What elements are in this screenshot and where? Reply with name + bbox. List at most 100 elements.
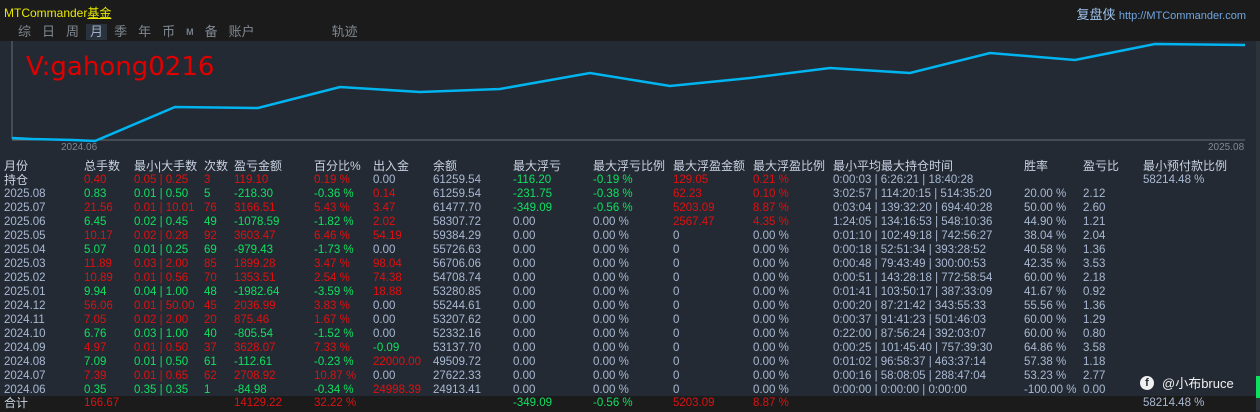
cell-total-lots: 166.67 <box>84 397 120 409</box>
table-row: 2025.08 0.83 0.01 | 0.50 5 -218.30 -0.36 % 0.1… <box>0 187 1256 201</box>
tab-0[interactable]: 综 <box>14 24 35 40</box>
x-label-end: 2025.08 <box>1208 142 1245 153</box>
cell-pl-ratio: 2.60 <box>1083 202 1106 214</box>
cell-max-float-profit: 2567.47 <box>673 216 715 228</box>
cell-month: 月份 <box>4 159 29 173</box>
tab-10[interactable]: 轨迹 <box>328 24 362 40</box>
cell-max-float-profit: 0 <box>673 314 680 326</box>
cell-trades: 85 <box>204 258 217 270</box>
cell-deposit: 0.00 <box>373 244 396 256</box>
cell-pl-ratio: 1.29 <box>1083 314 1106 326</box>
cell-total-lots: 7.05 <box>84 314 107 326</box>
cell-total-lots: 4.97 <box>84 342 107 354</box>
tab-1[interactable]: 日 <box>38 24 59 40</box>
cell-month: 合计 <box>4 396 29 410</box>
cell-max-float-profit-pct: 0.00 % <box>753 258 789 270</box>
cell-min-max-lots: 0.01 | 0.50 <box>134 356 189 368</box>
cell-pnl: 3628.07 <box>234 342 276 354</box>
cell-max-float-loss: 0.00 <box>513 370 536 382</box>
cell-max-float-loss: 0.00 <box>513 384 536 396</box>
cell-pnl: -979.43 <box>234 244 274 256</box>
cell-pl-ratio: 盈亏比 <box>1083 159 1120 173</box>
cell-max-float-profit-pct: 0.00 % <box>753 370 789 382</box>
cell-pct: 7.33 % <box>314 342 350 354</box>
cell-max-float-loss-pct: -0.19 % <box>593 174 633 186</box>
cell-max-float-profit-pct: 8.87 % <box>753 202 789 214</box>
cell-max-float-loss: 0.00 <box>513 314 536 326</box>
cell-max-float-profit-pct: 8.87 % <box>753 397 789 409</box>
table-row: 2025.04 5.07 0.01 | 0.25 69 -979.43 -1.73 % 0.… <box>0 243 1256 257</box>
tab-7[interactable]: M <box>182 24 198 40</box>
cell-max-float-profit-pct: 0.00 % <box>753 356 789 368</box>
cell-max-float-loss: 0.00 <box>513 300 536 312</box>
cell-max-float-profit: 最大浮盈金额 <box>673 159 746 173</box>
cell-max-float-profit: 0 <box>673 342 680 354</box>
cell-win-rate: 64.86 % <box>1024 342 1067 354</box>
tab-2[interactable]: 周 <box>62 24 83 40</box>
cell-max-float-loss: -349.09 <box>513 202 553 214</box>
cell-total-lots: 总手数 <box>84 159 121 173</box>
table-row: 2025.01 9.94 0.04 | 1.00 48 -1982.64 -3.59 % 1… <box>0 285 1256 299</box>
cell-balance: 56706.06 <box>433 258 481 270</box>
watermark-text: V:gahong0216 <box>26 52 215 82</box>
cell-min-max-lots: 0.03 | 1.00 <box>134 328 189 340</box>
tab-3[interactable]: 月 <box>86 24 108 40</box>
facebook-icon: f <box>1140 375 1154 390</box>
cell-pct: -0.23 % <box>314 356 354 368</box>
table-row: 2024.06 0.35 0.35 | 0.35 1 -84.98 -0.34 % 2499… <box>0 383 1256 397</box>
cell-max-float-loss: 0.00 <box>513 244 536 256</box>
cell-pct: 1.67 % <box>314 314 350 326</box>
cell-max-float-loss-pct: 0.00 % <box>593 244 629 256</box>
cell-total-lots: 9.94 <box>84 286 107 298</box>
table-header: 月份 总手数 最小|大手数 次数 盈亏金额 百分比% 出入金 余额 最大浮亏 最大浮亏比例 最大浮盈… <box>0 159 1256 173</box>
cell-total-lots: 6.76 <box>84 328 107 340</box>
scrollbar[interactable] <box>1256 41 1260 410</box>
cell-balance: 55244.61 <box>433 300 481 312</box>
cell-win-rate: 42.35 % <box>1024 258 1067 270</box>
cell-max-float-loss: 0.00 <box>513 258 536 270</box>
cell-pct: -0.36 % <box>314 188 354 200</box>
cell-month: 2025.04 <box>4 244 46 256</box>
cell-total-lots: 7.39 <box>84 370 107 382</box>
cell-max-float-loss-pct: 0.00 % <box>593 314 629 326</box>
cell-total-lots: 11.89 <box>84 258 112 270</box>
site-link[interactable]: 复盘侠 http://MTCommander.com <box>1076 4 1246 23</box>
cell-pnl: 3603.47 <box>234 230 276 242</box>
cell-trades: 70 <box>204 272 217 284</box>
cell-max-float-loss-pct: 0.00 % <box>593 216 629 228</box>
tab-8[interactable]: 备 <box>201 24 222 40</box>
cell-deposit: 0.00 <box>373 174 396 186</box>
cell-max-float-profit-pct: 0.00 % <box>753 314 789 326</box>
cell-min-max-lots: 0.05 | 0.25 <box>134 174 189 186</box>
cell-pl-ratio: 1.21 <box>1083 216 1106 228</box>
tab-9[interactable]: 账户 <box>225 24 259 40</box>
cell-deposit: 18.88 <box>373 286 402 298</box>
tab-4[interactable]: 季 <box>110 24 131 40</box>
cell-max-float-profit-pct: 0.00 % <box>753 244 789 256</box>
cell-hold-time: 1:24:05 | 134:16:53 | 548:10:36 <box>833 216 993 228</box>
cell-min-max-lots: 0.01 | 0.65 <box>134 370 189 382</box>
cell-deposit: 74.38 <box>373 272 402 284</box>
tab-6[interactable]: 币 <box>158 24 179 40</box>
app-brand[interactable]: MTCommander基金 <box>4 4 111 21</box>
cell-total-lots: 56.06 <box>84 300 113 312</box>
table-row: 2024.08 7.09 0.01 | 0.50 61 -112.61 -0.23 % 22… <box>0 355 1256 369</box>
cell-pct: -3.59 % <box>314 286 354 298</box>
cell-win-rate: 55.56 % <box>1024 300 1067 312</box>
cell-pnl: 875.46 <box>234 314 270 326</box>
cell-max-float-loss-pct: 0.00 % <box>593 230 629 242</box>
table-row: 2025.06 6.45 0.02 | 0.45 49 -1078.59 -1.82 % 2… <box>0 215 1256 229</box>
cell-hold-time: 0:00:18 | 52:51:34 | 393:28:52 <box>833 244 987 256</box>
cell-max-float-loss: 最大浮亏 <box>513 159 562 173</box>
cell-pl-ratio: 1.36 <box>1083 300 1106 312</box>
cell-max-float-profit-pct: 0.00 % <box>753 328 789 340</box>
cell-total-lots: 5.07 <box>84 244 107 256</box>
cell-min-max-lots: 0.04 | 1.00 <box>134 286 189 298</box>
cell-trades: 62 <box>204 370 217 382</box>
cell-month: 2024.08 <box>4 356 46 368</box>
cell-pl-ratio: 3.53 <box>1083 258 1106 270</box>
top-bar: MTCommander基金 复盘侠 http://MTCommander.com… <box>0 0 1260 41</box>
cell-total-lots: 6.45 <box>84 216 107 228</box>
tab-5[interactable]: 年 <box>134 24 155 40</box>
cell-max-float-loss-pct: 0.00 % <box>593 370 629 382</box>
